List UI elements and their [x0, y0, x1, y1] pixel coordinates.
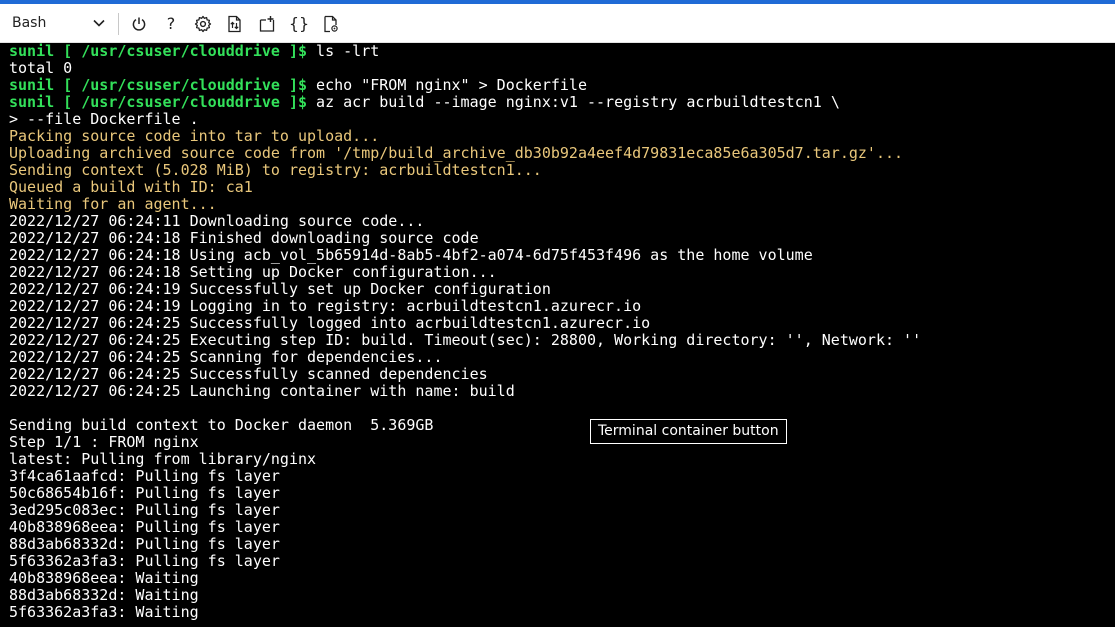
shell-type-select[interactable]: Bash [4, 9, 112, 37]
terminal-output-text: 2022/12/27 06:24:18 Using acb_vol_5b6591… [9, 246, 813, 264]
terminal-line: 2022/12/27 06:24:18 Finished downloading… [9, 230, 1115, 247]
terminal-line: 2022/12/27 06:24:18 Setting up Docker co… [9, 264, 1115, 281]
terminal-output-text: 2022/12/27 06:24:18 Finished downloading… [9, 229, 479, 247]
terminal-output-text: > --file Dockerfile . [9, 110, 199, 128]
terminal-output-text: 5f63362a3fa3: Pulling fs layer [9, 552, 280, 570]
terminal-output-text: 2022/12/27 06:24:19 Logging in to regist… [9, 297, 642, 315]
upload-download-button[interactable] [222, 10, 248, 37]
terminal-line: sunil [ /usr/csuser/clouddrive ]$ az acr… [9, 94, 1115, 111]
terminal-lines: sunil [ /usr/csuser/clouddrive ]$ ls -lr… [9, 43, 1115, 621]
braces-icon: {} [288, 14, 310, 33]
terminal-line: 2022/12/27 06:24:25 Launching container … [9, 383, 1115, 400]
terminal-line: Packing source code into tar to upload..… [9, 128, 1115, 145]
cloud-shell-toolbar: Bash ? {} [0, 4, 1115, 43]
terminal-line: total 0 [9, 60, 1115, 77]
terminal-line: 3ed295c083ec: Pulling fs layer [9, 502, 1115, 519]
prompt-command: ls -lrt [307, 43, 380, 60]
terminal-output-text: 50c68654b16f: Pulling fs layer [9, 484, 280, 502]
prompt-command: echo "FROM nginx" > Dockerfile [307, 76, 587, 94]
terminal-warning-text: Uploading archived source code from '/tm… [9, 144, 904, 162]
help-icon: ? [166, 14, 176, 33]
terminal-line: 2022/12/27 06:24:19 Logging in to regist… [9, 298, 1115, 315]
terminal-output-text: Step 1/1 : FROM nginx [9, 433, 199, 451]
terminal-line: 5f63362a3fa3: Waiting [9, 604, 1115, 621]
terminal-line: Sending build context to Docker daemon 5… [9, 417, 1115, 434]
terminal-line: 2022/12/27 06:24:25 Executing step ID: b… [9, 332, 1115, 349]
prompt-path: [ /usr/csuser/clouddrive ]$ [54, 93, 308, 111]
terminal-line: Sending context (5.028 MiB) to registry:… [9, 162, 1115, 179]
terminal-output-text: 2022/12/27 06:24:18 Setting up Docker co… [9, 263, 497, 281]
prompt-user: sunil [9, 76, 55, 94]
terminal-line: 88d3ab68332d: Pulling fs layer [9, 536, 1115, 553]
terminal-output-text: 40b838968eea: Pulling fs layer [9, 518, 280, 536]
settings-button[interactable] [190, 10, 216, 37]
terminal-line: Step 1/1 : FROM nginx [9, 434, 1115, 451]
prompt-user: sunil [9, 43, 55, 60]
restart-button[interactable] [126, 10, 152, 37]
toolbar-divider [118, 13, 119, 35]
terminal-line: 2022/12/27 06:24:25 Successfully logged … [9, 315, 1115, 332]
terminal-line: latest: Pulling from library/nginx [9, 451, 1115, 468]
terminal-warning-text: Queued a build with ID: ca1 [9, 178, 253, 196]
terminal-output-text: 88d3ab68332d: Waiting [9, 586, 199, 604]
terminal-line: 3f4ca61aafcd: Pulling fs layer [9, 468, 1115, 485]
terminal-warning-text: Sending context (5.028 MiB) to registry:… [9, 161, 542, 179]
terminal-line: 2022/12/27 06:24:11 Downloading source c… [9, 213, 1115, 230]
terminal-line: Waiting for an agent... [9, 196, 1115, 213]
terminal-output-text: 2022/12/27 06:24:11 Downloading source c… [9, 212, 425, 230]
web-preview-button[interactable] [318, 10, 344, 37]
terminal-output-text: total 0 [9, 59, 73, 77]
terminal-line: 5f63362a3fa3: Pulling fs layer [9, 553, 1115, 570]
terminal-output-text: 40b838968eea: Waiting [9, 569, 199, 587]
terminal-output-text: 3f4ca61aafcd: Pulling fs layer [9, 467, 280, 485]
tooltip: Terminal container button [590, 419, 787, 444]
terminal-output-text: 2022/12/27 06:24:25 Scanning for depende… [9, 348, 443, 366]
terminal-warning-text: Packing source code into tar to upload..… [9, 127, 380, 145]
terminal-output-text: 2022/12/27 06:24:25 Executing step ID: b… [9, 331, 922, 349]
terminal-output-text: 2022/12/27 06:24:25 Launching container … [9, 382, 515, 400]
terminal-line: 40b838968eea: Waiting [9, 570, 1115, 587]
terminal-output-text: 3ed295c083ec: Pulling fs layer [9, 501, 280, 519]
prompt-path: [ /usr/csuser/clouddrive ]$ [54, 43, 308, 60]
terminal-output-text: 2022/12/27 06:24:25 Successfully scanned… [9, 365, 488, 383]
editor-button[interactable]: {} [286, 10, 312, 37]
terminal-line: 40b838968eea: Pulling fs layer [9, 519, 1115, 536]
terminal-line: 88d3ab68332d: Waiting [9, 587, 1115, 604]
terminal-line: 2022/12/27 06:24:25 Successfully scanned… [9, 366, 1115, 383]
terminal-line: sunil [ /usr/csuser/clouddrive ]$ echo "… [9, 77, 1115, 94]
terminal-output-text: 88d3ab68332d: Pulling fs layer [9, 535, 280, 553]
chevron-down-icon [92, 16, 106, 30]
terminal-warning-text: Waiting for an agent... [9, 195, 217, 213]
gear-icon [194, 15, 212, 33]
web-preview-icon [322, 15, 340, 33]
help-button[interactable]: ? [158, 10, 184, 37]
terminal-line: > --file Dockerfile . [9, 111, 1115, 128]
terminal-line: Uploading archived source code from '/tm… [9, 145, 1115, 162]
prompt-path: [ /usr/csuser/clouddrive ]$ [54, 76, 308, 94]
terminal-output-text: 2022/12/27 06:24:25 Successfully logged … [9, 314, 651, 332]
terminal-output[interactable]: sunil [ /usr/csuser/clouddrive ]$ ls -lr… [0, 43, 1115, 627]
terminal-line: 2022/12/27 06:24:19 Successfully set up … [9, 281, 1115, 298]
terminal-output-text: 5f63362a3fa3: Waiting [9, 603, 199, 621]
prompt-user: sunil [9, 93, 55, 111]
shell-type-label: Bash [12, 15, 47, 31]
terminal-line: 50c68654b16f: Pulling fs layer [9, 485, 1115, 502]
prompt-command: az acr build --image nginx:v1 --registry… [307, 93, 840, 111]
terminal-line: 2022/12/27 06:24:18 Using acb_vol_5b6591… [9, 247, 1115, 264]
terminal-output-text: Sending build context to Docker daemon 5… [9, 416, 434, 434]
file-transfer-icon [226, 15, 244, 33]
power-icon [131, 16, 147, 32]
terminal-line: Queued a build with ID: ca1 [9, 179, 1115, 196]
terminal-output-text: latest: Pulling from library/nginx [9, 450, 317, 468]
terminal-line: 2022/12/27 06:24:25 Scanning for depende… [9, 349, 1115, 366]
new-session-button[interactable] [254, 10, 280, 37]
terminal-output-text: 2022/12/27 06:24:19 Successfully set up … [9, 280, 551, 298]
new-session-icon [258, 15, 276, 33]
terminal-line: sunil [ /usr/csuser/clouddrive ]$ ls -lr… [9, 43, 1115, 60]
